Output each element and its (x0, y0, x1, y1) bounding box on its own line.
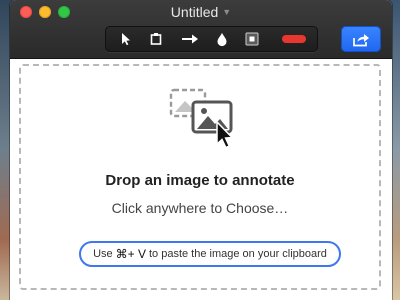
title-bar: Untitled ▼ (10, 0, 392, 59)
paste-hint-suffix: to paste the image on your clipboard (148, 248, 327, 260)
color-picker-button[interactable] (277, 26, 311, 52)
crop-icon (150, 33, 162, 45)
choose-file-prompt[interactable]: Click anywhere to Choose… (21, 200, 379, 216)
crop-tool-button[interactable] (141, 26, 171, 52)
select-tool-button[interactable] (111, 26, 141, 52)
rectangle-tool-button[interactable] (237, 26, 267, 52)
image-drop-icon (169, 88, 234, 149)
drop-headline: Drop an image to annotate (105, 172, 295, 189)
paste-hint-prefix: Use (93, 248, 113, 260)
right-arrow-icon (182, 34, 198, 44)
drop-zone[interactable]: Drop an image to annotate Click anywhere… (19, 64, 381, 290)
window-title[interactable]: Untitled ▼ (10, 4, 392, 20)
share-icon (353, 33, 369, 46)
square-icon (245, 32, 259, 46)
chevron-down-icon: ▼ (222, 7, 232, 17)
color-swatch (282, 35, 306, 43)
drop-icon (217, 32, 227, 46)
paste-shortcut: ⌘+ V (115, 247, 146, 261)
app-window: Untitled ▼ Drop an image to annotate Cli… (10, 0, 392, 300)
arrow-tool-button[interactable] (175, 26, 205, 52)
paste-hint: Use ⌘+ V to paste the image on your clip… (79, 241, 341, 267)
window-title-text: Untitled (170, 4, 219, 20)
arrow-pointer-icon (122, 33, 130, 46)
annotation-toolbar (105, 26, 318, 52)
blur-tool-button[interactable] (207, 26, 237, 52)
share-button[interactable] (341, 26, 381, 52)
